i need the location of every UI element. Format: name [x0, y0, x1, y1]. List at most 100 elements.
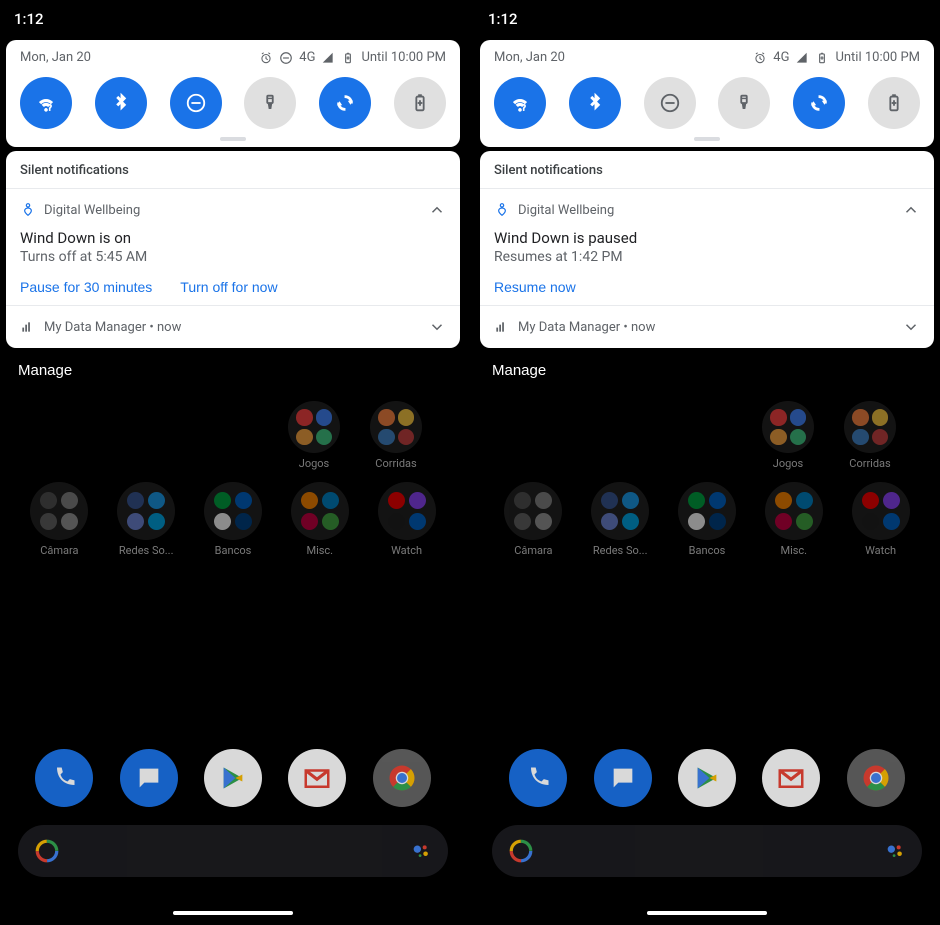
battery-until: Until 10:00 PM: [361, 50, 446, 65]
bluetooth-icon: [110, 92, 132, 114]
flashlight-icon: [733, 92, 755, 114]
notification-panel: Silent notifications Digital Wellbeing W…: [6, 151, 460, 348]
folder-corridas[interactable]: Corridas: [366, 401, 426, 470]
battery-icon: [815, 51, 829, 65]
nav-handle[interactable]: [647, 911, 767, 915]
tile-battery-saver[interactable]: [394, 77, 446, 129]
collapsed-when: now: [631, 320, 655, 335]
qs-drag-handle[interactable]: [694, 137, 720, 141]
tile-battery-saver[interactable]: [868, 77, 920, 129]
folder-jogos[interactable]: Jogos: [758, 401, 818, 470]
tile-wifi[interactable]: [494, 77, 546, 129]
phone-icon: [524, 764, 552, 792]
folder-camara[interactable]: Câmara: [498, 482, 568, 557]
alarm-icon: [753, 51, 767, 65]
folder-corridas[interactable]: Corridas: [840, 401, 900, 470]
folder-misc[interactable]: Misc.: [285, 482, 355, 557]
manage-button[interactable]: Manage: [492, 362, 546, 379]
battery-icon: [341, 51, 355, 65]
manage-button[interactable]: Manage: [18, 362, 72, 379]
folder-camara[interactable]: Câmara: [24, 482, 94, 557]
nav-handle[interactable]: [173, 911, 293, 915]
dock-gmail[interactable]: [762, 749, 820, 807]
notif-app-name: Digital Wellbeing: [44, 203, 140, 218]
assistant-icon[interactable]: [410, 840, 432, 862]
status-icons: 4G Until 10:00 PM: [259, 50, 446, 65]
status-time: 1:12: [474, 0, 940, 32]
signal-icon: [321, 51, 335, 65]
notif-app-name: Digital Wellbeing: [518, 203, 614, 218]
quick-settings-panel: Mon, Jan 20 4G Until 10:00 PM: [480, 40, 934, 147]
wellbeing-icon: [494, 202, 510, 218]
status-icons: 4G Until 10:00 PM: [753, 50, 920, 65]
tile-dnd[interactable]: [644, 77, 696, 129]
folder-jogos[interactable]: Jogos: [284, 401, 344, 470]
play-icon: [693, 764, 721, 792]
folder-watch[interactable]: Watch: [372, 482, 442, 557]
autorotate-icon: [808, 92, 830, 114]
tile-flashlight[interactable]: [718, 77, 770, 129]
wifi-icon: [509, 92, 531, 114]
tile-flashlight[interactable]: [244, 77, 296, 129]
dock-phone[interactable]: [509, 749, 567, 807]
silent-header: Silent notifications: [6, 151, 460, 189]
tile-wifi[interactable]: [20, 77, 72, 129]
chevron-down-icon[interactable]: [902, 318, 920, 336]
dock-chrome[interactable]: [847, 749, 905, 807]
folder-redes[interactable]: Redes So...: [585, 482, 655, 557]
folder-redes[interactable]: Redes So...: [111, 482, 181, 557]
collapsed-when: now: [157, 320, 181, 335]
dnd-icon: [659, 92, 681, 114]
battery-until: Until 10:00 PM: [835, 50, 920, 65]
dock-phone[interactable]: [35, 749, 93, 807]
folder-watch[interactable]: Watch: [846, 482, 916, 557]
tile-bluetooth[interactable]: [95, 77, 147, 129]
folders-top: Jogos Corridas: [474, 393, 940, 474]
search-bar[interactable]: [18, 825, 448, 877]
dock-messages[interactable]: [120, 749, 178, 807]
dock-play[interactable]: [204, 749, 262, 807]
notification-wellbeing[interactable]: Digital Wellbeing Wind Down is paused Re…: [480, 189, 934, 306]
qs-drag-handle[interactable]: [220, 137, 246, 141]
tile-dnd[interactable]: [170, 77, 222, 129]
notification-datamanager[interactable]: My Data Manager • now: [480, 306, 934, 348]
phone-right: 1:12 Mon, Jan 20 4G Until 10:00 PM Silen…: [474, 0, 940, 925]
notification-wellbeing[interactable]: Digital Wellbeing Wind Down is on Turns …: [6, 189, 460, 306]
chevron-down-icon[interactable]: [428, 318, 446, 336]
tile-bluetooth[interactable]: [569, 77, 621, 129]
dock-chrome[interactable]: [373, 749, 431, 807]
action-resume[interactable]: Resume now: [494, 279, 576, 295]
quick-settings-panel: Mon, Jan 20 4G Until 10:00 PM: [6, 40, 460, 147]
folder-misc[interactable]: Misc.: [759, 482, 829, 557]
chevron-up-icon[interactable]: [902, 201, 920, 219]
notification-datamanager[interactable]: My Data Manager • now: [6, 306, 460, 348]
flashlight-icon: [259, 92, 281, 114]
phone-icon: [50, 764, 78, 792]
dock-play[interactable]: [678, 749, 736, 807]
phone-left: 1:12 Mon, Jan 20 4G Until 10:00 PM Silen…: [0, 0, 466, 925]
dock: [0, 749, 466, 807]
play-icon: [219, 764, 247, 792]
folder-bancos[interactable]: Bancos: [672, 482, 742, 557]
folder-bancos[interactable]: Bancos: [198, 482, 268, 557]
assistant-icon[interactable]: [884, 840, 906, 862]
wifi-icon: [35, 92, 57, 114]
search-bar[interactable]: [492, 825, 922, 877]
dock-gmail[interactable]: [288, 749, 346, 807]
google-g-icon: [508, 838, 534, 864]
battery-saver-icon: [409, 92, 431, 114]
collapsed-app: My Data Manager: [518, 320, 620, 335]
wellbeing-icon: [20, 202, 36, 218]
action-pause[interactable]: Pause for 30 minutes: [20, 279, 152, 295]
action-turnoff[interactable]: Turn off for now: [180, 279, 277, 295]
tile-autorotate[interactable]: [319, 77, 371, 129]
chevron-up-icon[interactable]: [428, 201, 446, 219]
bars-icon: [20, 320, 34, 334]
notif-title: Wind Down is paused: [494, 229, 920, 247]
tile-autorotate[interactable]: [793, 77, 845, 129]
bars-icon: [494, 320, 508, 334]
dnd-status-icon: [279, 51, 293, 65]
chrome-icon: [387, 763, 417, 793]
qs-date: Mon, Jan 20: [20, 50, 91, 65]
dock-messages[interactable]: [594, 749, 652, 807]
